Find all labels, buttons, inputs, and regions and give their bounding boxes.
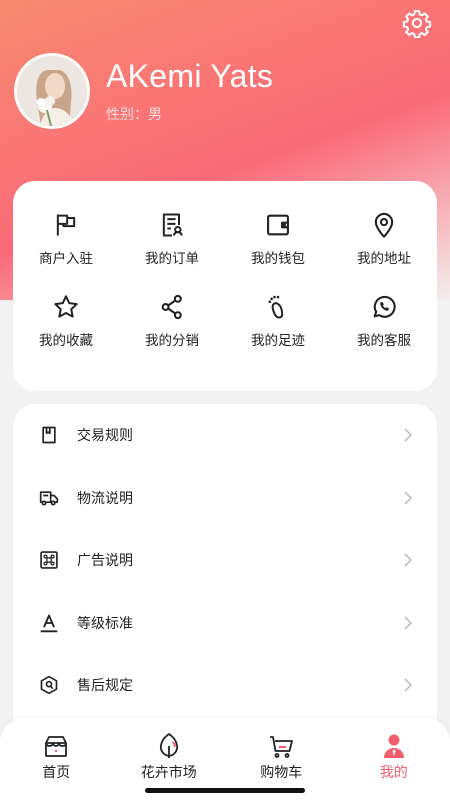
username: AKemi Yats: [106, 58, 274, 94]
grid-item-label: 商户入驻: [39, 251, 93, 267]
menu-list-card: 交易规则 物流说明 广告说明 等级标准 售后规定: [13, 404, 437, 764]
text-a-icon: [40, 614, 58, 632]
grid-item-footprints[interactable]: 我的足迹: [225, 293, 331, 349]
tab-label: 花卉市场: [140, 765, 197, 781]
grid-item-label: 我的收藏: [39, 333, 93, 349]
leaf-icon: [159, 733, 178, 758]
grid-item-label: 我的地址: [357, 251, 411, 267]
bookmark-icon: [42, 426, 56, 444]
shield-icon: [40, 676, 58, 695]
menu-item-label: 广告说明: [77, 553, 133, 570]
flag-icon: [56, 214, 76, 236]
avatar[interactable]: [14, 53, 90, 129]
home-icon: [45, 736, 68, 757]
user-icon: [383, 734, 404, 758]
tab-home[interactable]: 首页: [0, 718, 113, 800]
truck-icon: [39, 491, 59, 506]
chevron-right-icon: [404, 491, 413, 505]
wallet-icon: [267, 214, 289, 236]
tab-label: 购物车: [260, 765, 303, 781]
menu-item-trade-rules[interactable]: 交易规则: [13, 404, 437, 467]
menu-item-label: 售后规定: [77, 678, 133, 695]
grid-item-merchant[interactable]: 商户入驻: [13, 211, 119, 267]
menu-item-label: 交易规则: [77, 428, 133, 445]
tab-label: 我的: [379, 765, 408, 781]
tab-label: 首页: [42, 765, 71, 781]
grid-item-customer-service[interactable]: 我的客服: [331, 293, 437, 349]
grid-item-label: 我的钱包: [251, 251, 305, 267]
whatsapp-icon: [373, 295, 396, 318]
grid-item-label: 我的分销: [145, 333, 199, 349]
footprint-icon: [268, 295, 284, 319]
star-icon: [54, 295, 78, 318]
grid-item-favorites[interactable]: 我的收藏: [13, 293, 119, 349]
menu-item-label: 物流说明: [77, 490, 133, 507]
menu-item-logistics[interactable]: 物流说明: [13, 467, 437, 530]
chevron-right-icon: [404, 616, 413, 630]
grid-item-label: 我的订单: [145, 251, 199, 267]
feature-grid-card: 商户入驻 我的订单 我的钱包 我的地址 我的收藏 我的分销 我的足迹 我的客服: [13, 181, 437, 391]
grid-item-label: 我的客服: [357, 333, 411, 349]
order-icon: [162, 213, 183, 237]
gear-icon[interactable]: [402, 8, 432, 38]
location-pin-icon: [374, 212, 394, 238]
grid-item-wallet[interactable]: 我的钱包: [225, 211, 331, 267]
menu-item-ads[interactable]: 广告说明: [13, 529, 437, 592]
grid-item-orders[interactable]: 我的订单: [119, 211, 225, 267]
command-icon: [40, 551, 58, 569]
menu-item-after-sales[interactable]: 售后规定: [13, 654, 437, 717]
chevron-right-icon: [404, 428, 413, 442]
menu-item-level-standard[interactable]: 等级标准: [13, 592, 437, 655]
chevron-right-icon: [404, 553, 413, 567]
grid-item-distribution[interactable]: 我的分销: [119, 293, 225, 349]
home-indicator: [145, 788, 305, 793]
grid-item-address[interactable]: 我的地址: [331, 211, 437, 267]
menu-item-label: 等级标准: [77, 615, 133, 632]
cart-icon: [270, 736, 294, 758]
grid-item-label: 我的足迹: [251, 333, 305, 349]
chevron-right-icon: [404, 678, 413, 692]
gender-label: 性别：男: [106, 107, 162, 123]
share-icon: [161, 294, 182, 320]
tab-mine[interactable]: 我的: [338, 718, 450, 800]
